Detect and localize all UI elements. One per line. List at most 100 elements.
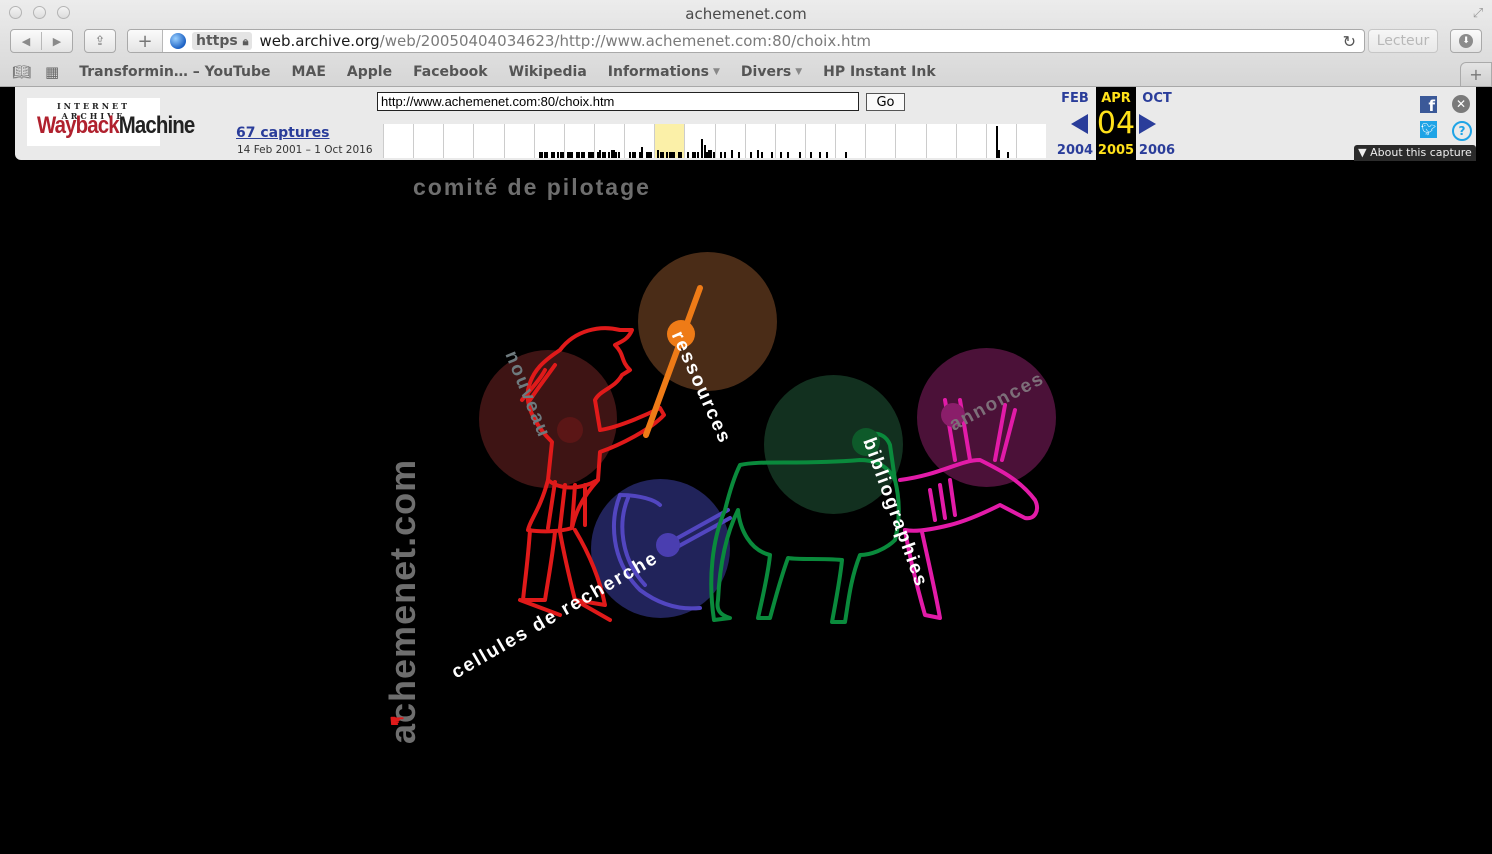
- capture-bar[interactable]: [673, 152, 676, 158]
- help-icon[interactable]: ?: [1452, 121, 1472, 141]
- timeline-year-2015[interactable]: [955, 124, 986, 158]
- capture-bar[interactable]: [680, 152, 683, 158]
- capture-date-range: 14 Feb 2001 – 1 Oct 2016: [237, 144, 373, 156]
- capture-bar[interactable]: [798, 152, 801, 158]
- facebook-icon[interactable]: f: [1420, 96, 1437, 115]
- bookmark-item[interactable]: Transformin… – YouTube: [79, 64, 270, 80]
- timeline-year-2001[interactable]: [533, 124, 564, 158]
- capture-bar[interactable]: [661, 152, 664, 158]
- timeline-year-2002[interactable]: [563, 124, 595, 158]
- twitter-icon[interactable]: 🐦︎: [1420, 121, 1437, 138]
- book-icon[interactable]: 📖︎: [12, 63, 31, 81]
- new-tab-button[interactable]: +: [1460, 62, 1492, 86]
- wayback-toolbar: INTERNET ARCHIVE WaybackMachine 67 captu…: [15, 87, 1476, 161]
- capture-bar[interactable]: [617, 152, 620, 158]
- add-bookmark-button[interactable]: +: [128, 30, 163, 52]
- timeline-year-2012[interactable]: [865, 124, 896, 158]
- timeline-year-2017[interactable]: [1015, 124, 1047, 158]
- plus-icon: +: [1469, 65, 1483, 84]
- bookmark-item[interactable]: Facebook: [413, 64, 488, 80]
- current-month: APR: [1101, 91, 1131, 106]
- capture-bar[interactable]: [603, 152, 606, 158]
- capture-bar[interactable]: [634, 152, 637, 158]
- capture-bar[interactable]: [810, 152, 813, 158]
- comite-link[interactable]: comité de pilotage: [413, 174, 651, 201]
- wayback-logo[interactable]: INTERNET ARCHIVE WaybackMachine: [27, 98, 195, 146]
- capture-bar[interactable]: [826, 152, 829, 158]
- about-capture-button[interactable]: ▼ About this capture: [1354, 145, 1476, 161]
- timeline-year-2016[interactable]: [985, 124, 1016, 158]
- timeline-year-2005[interactable]: [654, 124, 685, 158]
- capture-bar[interactable]: [845, 152, 847, 158]
- wayback-url-input[interactable]: [377, 92, 859, 111]
- timeline-year-2008[interactable]: [744, 124, 775, 158]
- capture-bar[interactable]: [761, 152, 764, 158]
- timeline-year-2006[interactable]: [684, 124, 715, 158]
- timeline-year-2010[interactable]: [804, 124, 836, 158]
- capture-bar[interactable]: [738, 152, 741, 158]
- capture-bar[interactable]: [696, 152, 699, 158]
- bookmark-item[interactable]: HP Instant Ink: [823, 64, 936, 80]
- capture-bar[interactable]: [582, 152, 585, 158]
- timeline-year-2013[interactable]: [895, 124, 926, 158]
- current-day: 04: [1096, 106, 1136, 141]
- capture-bar[interactable]: [819, 152, 822, 158]
- timeline-year-2009[interactable]: [774, 124, 805, 158]
- prev-arrow-icon[interactable]: [1071, 114, 1088, 134]
- capture-timeline[interactable]: [383, 124, 1047, 158]
- timeline-year-1998[interactable]: [443, 124, 474, 158]
- capture-bar[interactable]: [787, 152, 790, 158]
- capture-bar[interactable]: [770, 152, 773, 158]
- capture-bar[interactable]: [545, 152, 548, 158]
- capture-bar[interactable]: [724, 152, 727, 158]
- timeline-year-2014[interactable]: [925, 124, 956, 158]
- plus-icon: +: [137, 30, 153, 52]
- bookmark-item[interactable]: Apple: [347, 64, 392, 80]
- capture-bar[interactable]: [998, 150, 1000, 158]
- timeline-year-1997[interactable]: [413, 124, 444, 158]
- capture-bar[interactable]: [749, 152, 752, 158]
- next-month[interactable]: OCT: [1137, 91, 1177, 106]
- timeline-year-1996[interactable]: [383, 124, 414, 158]
- prev-capture[interactable]: FEB 2004: [1055, 87, 1095, 160]
- capture-bar[interactable]: [552, 152, 555, 158]
- next-capture[interactable]: OCT 2006: [1137, 87, 1177, 160]
- timeline-year-2011[interactable]: [835, 124, 866, 158]
- site-title[interactable]: achemenet.com: [382, 459, 424, 744]
- grid-icon[interactable]: ▦: [45, 63, 59, 81]
- bookmark-label: Wikipedia: [508, 64, 587, 80]
- downloads-button[interactable]: ⬇: [1450, 29, 1482, 53]
- timeline-year-2004[interactable]: [624, 124, 655, 158]
- back-arrow-icon[interactable]: ◀: [11, 35, 41, 48]
- capture-bar[interactable]: [731, 150, 734, 158]
- prev-year[interactable]: 2004: [1055, 143, 1095, 158]
- capture-bar[interactable]: [687, 152, 690, 158]
- bookmark-item[interactable]: Wikipedia: [509, 64, 587, 80]
- share-button[interactable]: ⇪: [84, 29, 116, 53]
- timeline-year-2000[interactable]: [503, 124, 534, 158]
- fullscreen-icon[interactable]: ⤢: [1470, 6, 1486, 22]
- timeline-year-2007[interactable]: [714, 124, 745, 158]
- go-button[interactable]: Go: [866, 93, 905, 111]
- captures-link[interactable]: 67 captures: [236, 125, 330, 141]
- capture-bar[interactable]: [650, 152, 653, 158]
- next-year[interactable]: 2006: [1137, 143, 1177, 158]
- address-bar[interactable]: + https 🔒︎ web.archive.org/web/200504040…: [127, 29, 1365, 53]
- capture-bar[interactable]: [719, 152, 722, 158]
- capture-bar[interactable]: [1007, 152, 1010, 158]
- bookmark-item[interactable]: Divers ▼: [741, 64, 802, 80]
- close-icon[interactable]: ✕: [1452, 95, 1470, 113]
- timeline-year-2003[interactable]: [593, 124, 625, 158]
- reload-icon[interactable]: ↻: [1343, 32, 1356, 51]
- capture-bar[interactable]: [571, 152, 574, 158]
- forward-arrow-icon[interactable]: ▶: [42, 35, 72, 48]
- capture-bar[interactable]: [640, 147, 643, 158]
- capture-bar[interactable]: [780, 152, 783, 158]
- reader-button[interactable]: Lecteur: [1368, 29, 1438, 53]
- next-arrow-icon[interactable]: [1139, 114, 1156, 134]
- capture-bar[interactable]: [756, 150, 759, 158]
- timeline-year-1999[interactable]: [473, 124, 504, 158]
- prev-month[interactable]: FEB: [1055, 91, 1095, 106]
- bookmark-item[interactable]: MAE: [292, 64, 326, 80]
- bookmark-item[interactable]: Informations ▼: [608, 64, 720, 80]
